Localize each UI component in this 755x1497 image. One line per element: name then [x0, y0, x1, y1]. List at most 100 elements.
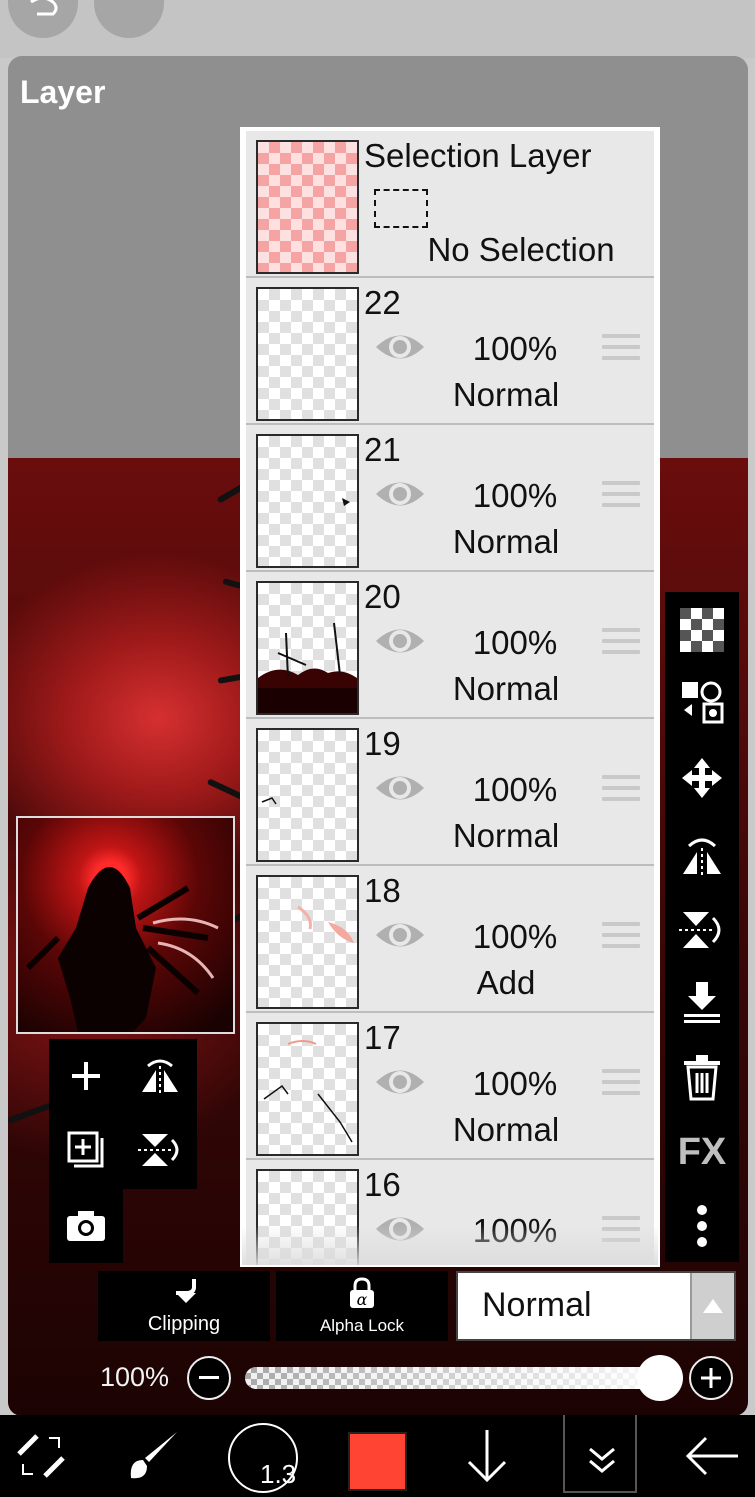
merge-down-button[interactable] — [665, 964, 739, 1040]
layer-opacity: 100% — [472, 918, 558, 955]
eye-icon[interactable] — [374, 918, 426, 952]
flip-vertical-icon — [679, 912, 721, 948]
selection-status: No Selection — [427, 231, 615, 268]
brush-size-button[interactable]: 1.3 — [228, 1423, 298, 1493]
merge-down-tool-button[interactable] — [452, 1415, 522, 1497]
list-scroll-fade — [242, 1225, 658, 1265]
eye-icon[interactable] — [374, 1065, 426, 1099]
trash-icon — [684, 1055, 720, 1101]
double-chevron-icon — [589, 1447, 615, 1473]
blend-mode-select[interactable]: Normal — [456, 1271, 736, 1341]
eye-icon[interactable] — [374, 477, 426, 511]
layer-opacity: 100% — [472, 1065, 558, 1102]
layer-row[interactable]: 22 100% Normal — [246, 278, 654, 425]
flip-vertical-icon — [138, 1134, 179, 1166]
eye-icon[interactable] — [374, 330, 426, 364]
layer-blend-mode: Normal — [452, 376, 560, 413]
duplicate-layer-button[interactable] — [49, 1113, 123, 1187]
layer-blend-mode: Normal — [452, 523, 560, 560]
checkerboard-icon — [680, 608, 724, 652]
layers-toggle-button[interactable] — [563, 1415, 637, 1493]
blend-mode-value: Normal — [482, 1286, 592, 1324]
layer-name: 21 — [364, 431, 401, 468]
opacity-value: 100% — [100, 1362, 170, 1392]
flip-layer-vertical-button[interactable] — [123, 1113, 197, 1187]
back-button[interactable] — [672, 1415, 752, 1497]
layer-name: 17 — [364, 1019, 401, 1056]
drag-handle-icon[interactable] — [602, 481, 640, 514]
move-button[interactable] — [665, 740, 739, 816]
more-icon — [697, 1205, 707, 1247]
add-layer-icon — [72, 1062, 100, 1090]
back-arrow-icon — [685, 1436, 738, 1476]
layer-thumbnail — [256, 434, 359, 568]
eye-icon[interactable] — [374, 771, 426, 805]
merge-down-icon — [684, 982, 720, 1023]
layer-row[interactable]: 18 100% Add — [246, 866, 654, 1013]
selection-layer-row[interactable]: Selection Layer No Selection — [246, 131, 654, 278]
opacity-decrease-button[interactable] — [187, 1356, 231, 1400]
brush-size-value: 1.3 — [260, 1459, 297, 1489]
plus-icon — [701, 1368, 721, 1388]
drag-handle-icon[interactable] — [602, 334, 640, 367]
color-swatch[interactable] — [348, 1432, 407, 1491]
transform-tool-button[interactable] — [6, 1415, 76, 1497]
brush-icon — [130, 1432, 177, 1479]
blend-mode-dropdown-toggle[interactable] — [690, 1273, 734, 1339]
flip-horizontal-icon — [683, 838, 721, 876]
opacity-slider-track[interactable] — [245, 1367, 670, 1389]
layer-name: 19 — [364, 725, 401, 762]
opacity-increase-button[interactable] — [689, 1356, 733, 1400]
layer-list[interactable]: Selection Layer No Selection 22 100% Nor… — [240, 127, 660, 1267]
arrow-down-icon — [467, 1430, 507, 1483]
selection-frame-icon — [374, 189, 428, 228]
alpha-lock-button[interactable]: α Alpha Lock — [276, 1271, 448, 1341]
layer-actions-toolbar — [49, 1039, 197, 1189]
layer-row[interactable]: 21 100% Normal — [246, 425, 654, 572]
clipping-icon — [176, 1279, 196, 1303]
layer-blend-mode: Normal — [452, 670, 560, 707]
eye-icon[interactable] — [374, 624, 426, 658]
layer-name: 18 — [364, 872, 401, 909]
layer-row[interactable]: 20 100% Normal — [246, 572, 654, 719]
layer-opacity: 100% — [472, 330, 558, 367]
layer-name: 20 — [364, 578, 401, 615]
brush-tool-button[interactable] — [118, 1415, 188, 1497]
move-icon — [682, 758, 722, 798]
add-layer-button[interactable] — [49, 1039, 123, 1113]
drag-handle-icon[interactable] — [602, 775, 640, 808]
fx-button[interactable]: FX — [665, 1114, 739, 1190]
drag-handle-icon[interactable] — [602, 922, 640, 955]
drag-handle-icon[interactable] — [602, 628, 640, 661]
layer-blend-mode: Normal — [452, 1111, 560, 1148]
layer-thumbnail — [256, 287, 359, 421]
import-photo-button[interactable] — [49, 1189, 123, 1263]
layer-thumbnail — [256, 728, 359, 862]
transparent-background-button[interactable] — [665, 592, 739, 668]
drag-handle-icon[interactable] — [602, 1069, 640, 1102]
right-toolbar: FX — [665, 592, 739, 1262]
camera-icon — [67, 1211, 105, 1241]
swap-layer-icon — [682, 681, 724, 724]
delete-layer-button[interactable] — [665, 1040, 739, 1116]
canvas-preview[interactable] — [16, 816, 235, 1034]
layer-opacity: 100% — [472, 771, 558, 808]
clipping-button[interactable]: Clipping — [98, 1271, 270, 1341]
flip-vertical-button[interactable] — [665, 892, 739, 968]
layer-row[interactable]: 17 100% Normal — [246, 1013, 654, 1160]
swap-layer-button[interactable] — [665, 664, 739, 740]
layer-row[interactable]: 19 100% Normal — [246, 719, 654, 866]
layer-name: Selection Layer — [364, 137, 592, 174]
flip-horizontal-button[interactable] — [665, 818, 739, 894]
camera-toolbar — [49, 1189, 123, 1263]
layer-blend-mode: Normal — [452, 817, 560, 854]
layer-name: 16 — [364, 1166, 401, 1203]
flip-layer-horizontal-button[interactable] — [123, 1039, 197, 1113]
svg-text:α: α — [357, 1290, 368, 1309]
layer-thumbnail — [256, 581, 359, 715]
duplicate-layer-icon — [67, 1131, 104, 1168]
minus-icon — [199, 1376, 219, 1379]
more-options-button[interactable] — [665, 1188, 739, 1264]
opacity-slider-knob[interactable] — [637, 1355, 683, 1401]
layer-opacity: 100% — [472, 477, 558, 514]
